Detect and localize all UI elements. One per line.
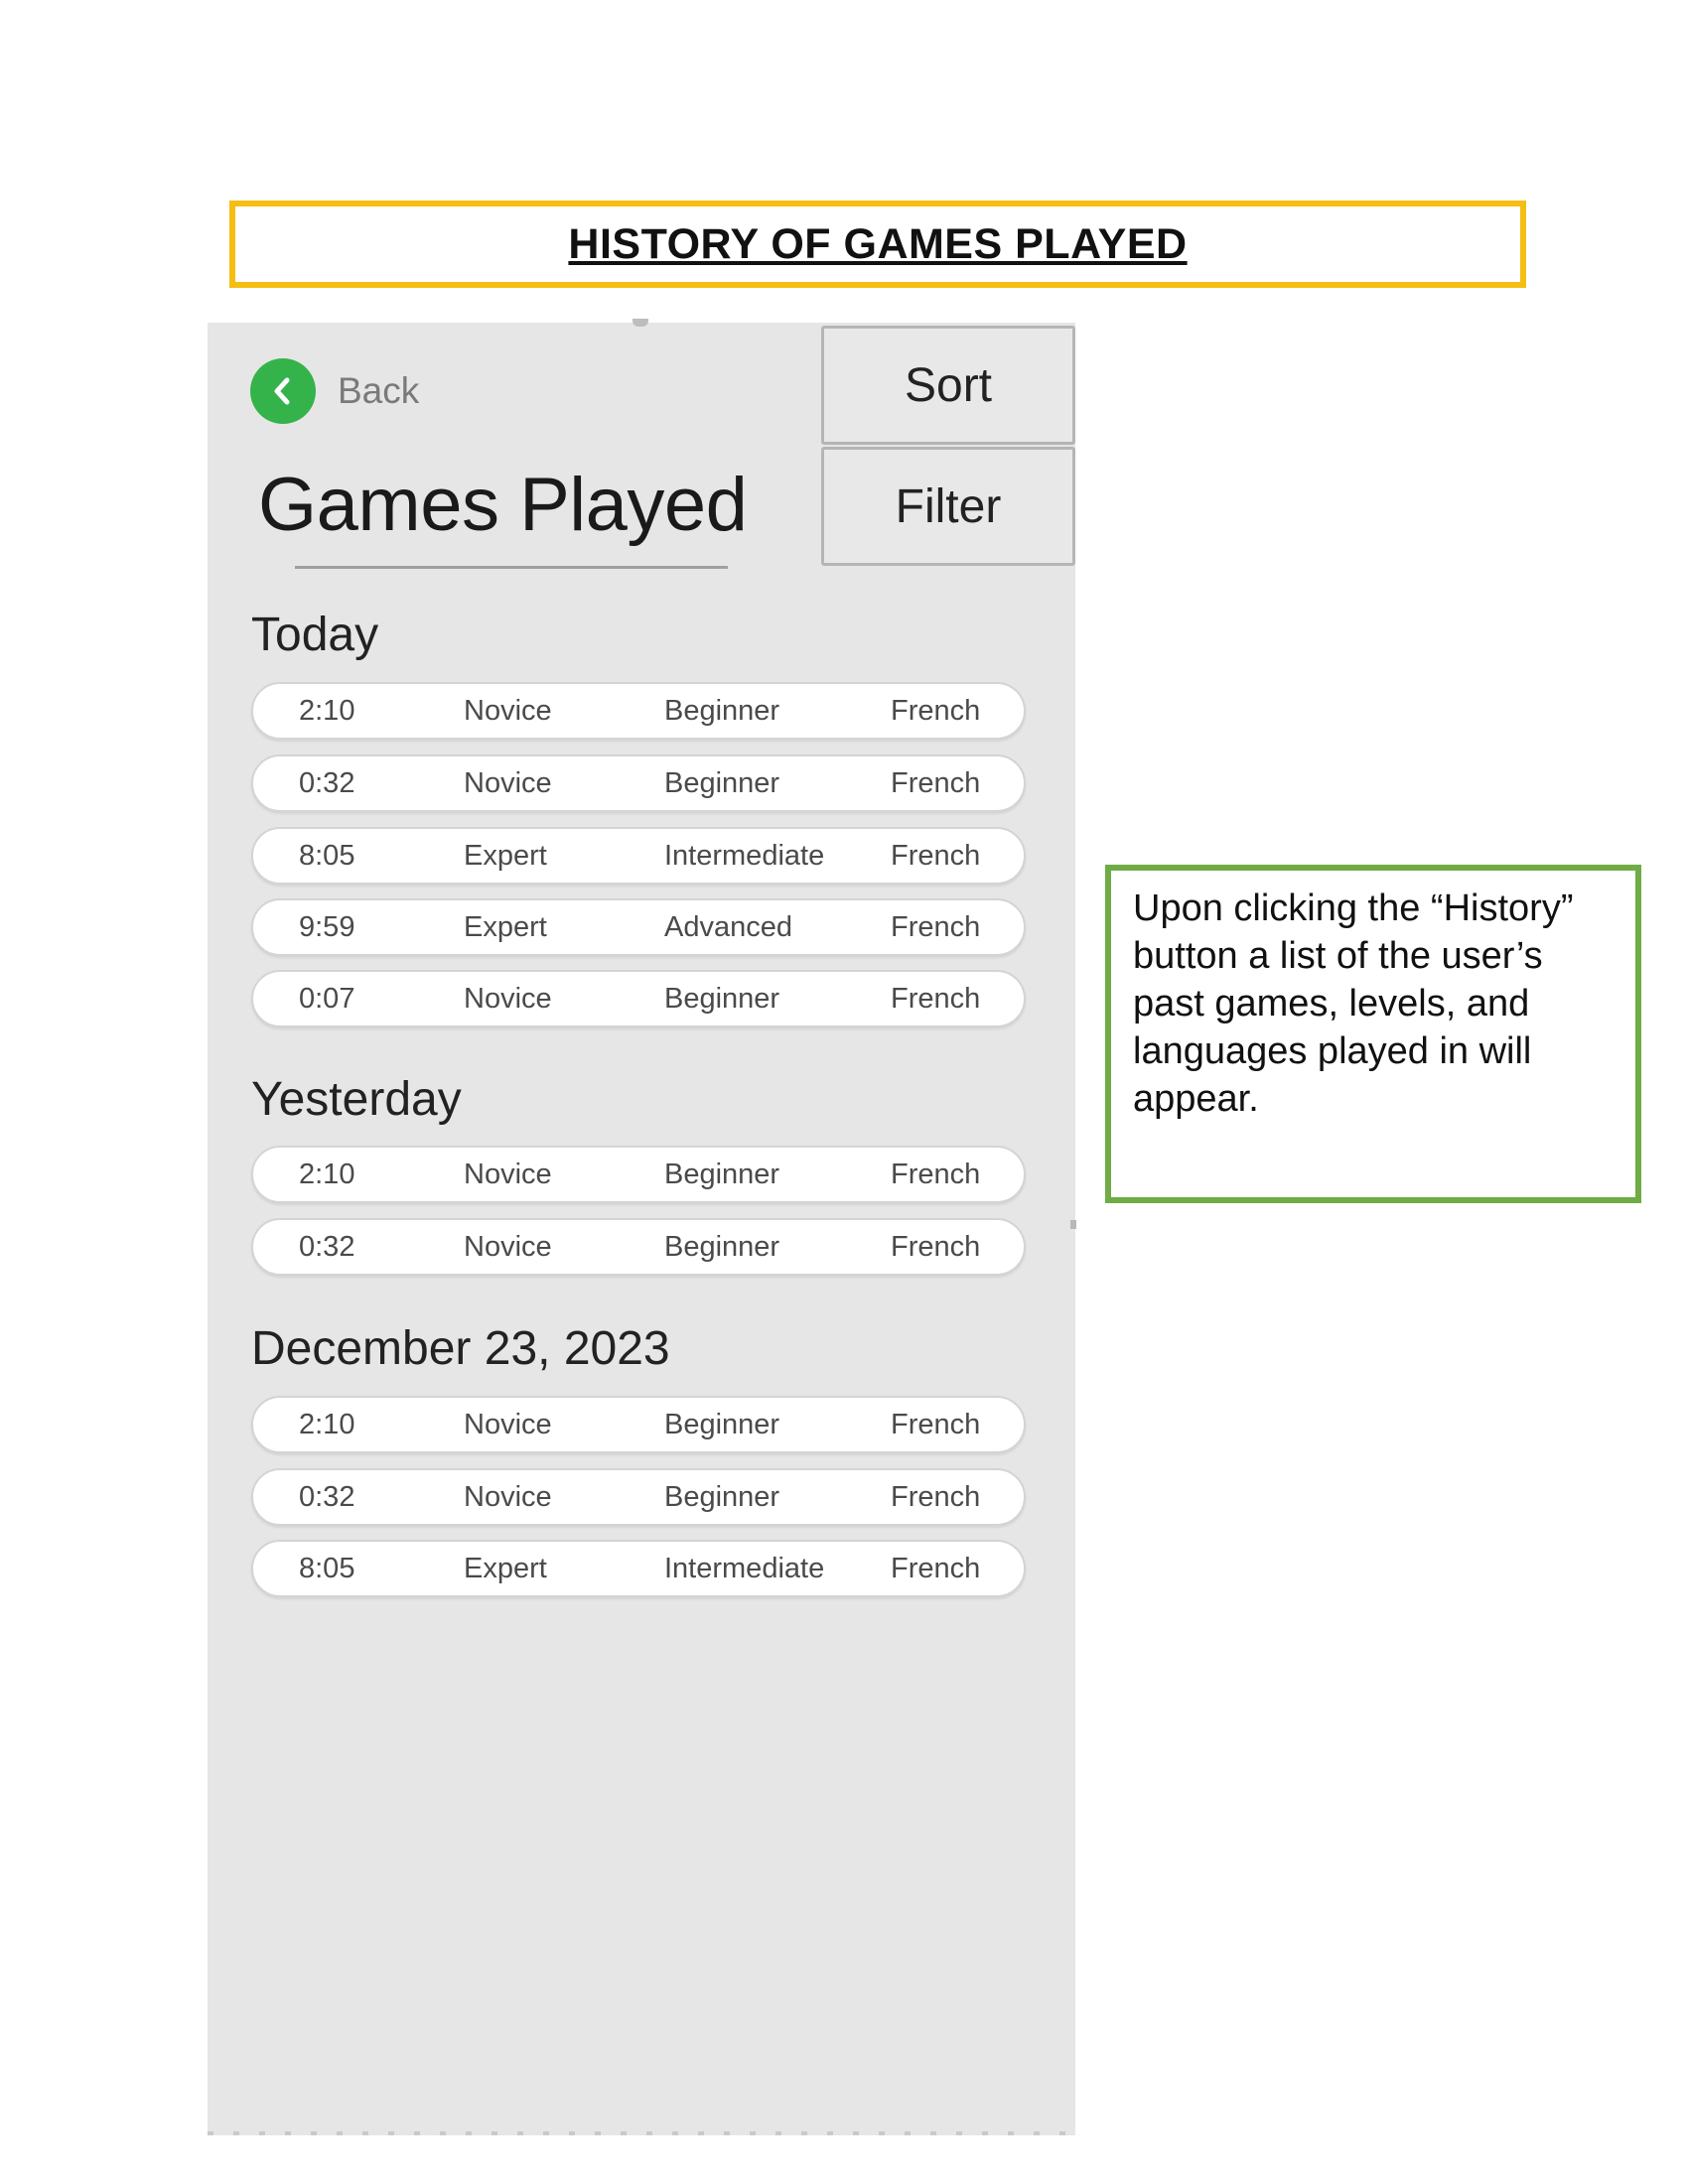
phone-bottom-edge: [208, 2131, 1075, 2135]
row-level: Intermediate: [664, 840, 825, 872]
page-title: HISTORY OF GAMES PLAYED: [568, 219, 1188, 268]
game-row[interactable]: 0:32 Novice Beginner French: [251, 1468, 1026, 1526]
row-language: French: [891, 983, 981, 1015]
row-language: French: [891, 911, 981, 943]
row-skill: Expert: [464, 840, 547, 872]
row-time: 8:05: [299, 840, 355, 872]
back-label: Back: [338, 370, 420, 411]
game-row[interactable]: 0:32 Novice Beginner French: [251, 1218, 1026, 1276]
row-skill: Novice: [464, 1159, 552, 1190]
row-time: 2:10: [299, 695, 355, 727]
row-time: 2:10: [299, 1159, 355, 1190]
annotation-text: Upon clicking the “History” button a lis…: [1133, 887, 1574, 1120]
row-time: 9:59: [299, 911, 355, 943]
row-language: French: [891, 767, 981, 799]
row-language: French: [891, 1481, 981, 1513]
row-time: 0:32: [299, 1481, 355, 1513]
annotation-note: Upon clicking the “History” button a lis…: [1105, 865, 1641, 1203]
screen-title: Games Played: [258, 463, 748, 547]
game-row[interactable]: 9:59 Expert Advanced French: [251, 898, 1026, 956]
row-skill: Novice: [464, 695, 552, 727]
row-level: Beginner: [664, 1481, 780, 1513]
row-language: French: [891, 1553, 981, 1584]
row-language: French: [891, 1159, 981, 1190]
section-heading-date: December 23, 2023: [251, 1322, 670, 1375]
game-row[interactable]: 2:10 Novice Beginner French: [251, 682, 1026, 740]
sort-button[interactable]: Sort: [821, 326, 1075, 445]
game-row[interactable]: 8:05 Expert Intermediate French: [251, 827, 1026, 885]
game-row[interactable]: 8:05 Expert Intermediate French: [251, 1540, 1026, 1597]
back-button[interactable]: Back: [250, 358, 419, 424]
row-skill: Expert: [464, 911, 547, 943]
game-row[interactable]: 0:07 Novice Beginner French: [251, 970, 1026, 1027]
resize-handle: [1070, 1220, 1076, 1229]
row-level: Beginner: [664, 1231, 780, 1263]
row-skill: Expert: [464, 1553, 547, 1584]
row-time: 0:32: [299, 767, 355, 799]
row-language: French: [891, 1409, 981, 1440]
section-heading-today: Today: [251, 609, 379, 661]
phone-screen: Back Games Played Sort Filter Today 2:10…: [208, 319, 1075, 2135]
section-heading-yesterday: Yesterday: [251, 1073, 462, 1126]
row-skill: Novice: [464, 1409, 552, 1440]
row-level: Advanced: [664, 911, 792, 943]
row-language: French: [891, 1231, 981, 1263]
game-row[interactable]: 2:10 Novice Beginner French: [251, 1146, 1026, 1203]
row-level: Beginner: [664, 1409, 780, 1440]
row-language: French: [891, 840, 981, 872]
row-level: Beginner: [664, 695, 780, 727]
title-underline: [295, 566, 728, 569]
scroll-indicator: [633, 319, 648, 327]
row-level: Beginner: [664, 767, 780, 799]
game-row[interactable]: 2:10 Novice Beginner French: [251, 1396, 1026, 1453]
row-time: 0:07: [299, 983, 355, 1015]
row-level: Intermediate: [664, 1553, 825, 1584]
row-level: Beginner: [664, 983, 780, 1015]
back-circle: [250, 358, 316, 424]
filter-button[interactable]: Filter: [821, 447, 1075, 566]
game-row[interactable]: 0:32 Novice Beginner French: [251, 754, 1026, 812]
row-time: 2:10: [299, 1409, 355, 1440]
page-title-box: HISTORY OF GAMES PLAYED: [229, 201, 1526, 288]
row-level: Beginner: [664, 1159, 780, 1190]
chevron-left-icon: [274, 377, 290, 405]
row-skill: Novice: [464, 1231, 552, 1263]
row-skill: Novice: [464, 1481, 552, 1513]
row-time: 0:32: [299, 1231, 355, 1263]
row-time: 8:05: [299, 1553, 355, 1584]
row-skill: Novice: [464, 983, 552, 1015]
row-skill: Novice: [464, 767, 552, 799]
row-language: French: [891, 695, 981, 727]
